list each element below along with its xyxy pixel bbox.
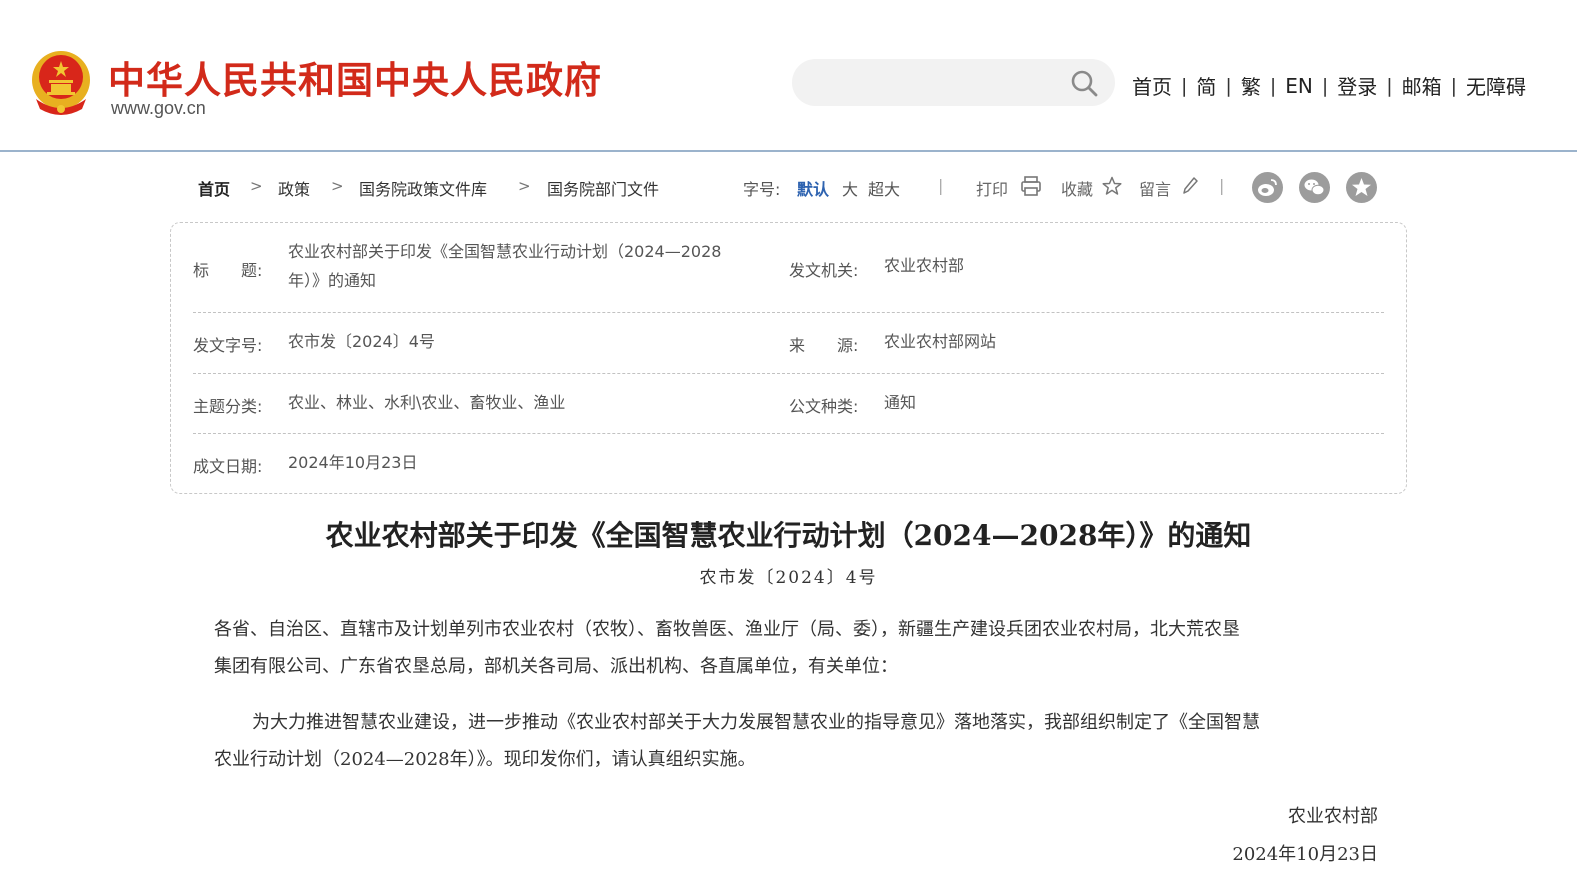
star-icon[interactable] [1102, 176, 1122, 196]
source-value: 农业农村部网站 [884, 332, 997, 351]
nav-separator: | [1225, 74, 1232, 97]
nav-separator: | [1450, 74, 1458, 97]
breadcrumb-home[interactable]: 首页 [198, 176, 230, 200]
toolbar-divider: | [1219, 176, 1225, 195]
chevron-right-icon: > [331, 177, 344, 195]
signature: 农业农村部 [1288, 806, 1378, 827]
site-header: 中华人民共和国中央人民政府 www.gov.cn 首页 | 简 | 繁 | EN… [0, 0, 1577, 152]
font-size-default[interactable]: 默认 [797, 176, 829, 200]
doc-no-label: 发文字号: [193, 336, 263, 355]
title-value-line: 年）》的通知 [288, 271, 377, 290]
site-url[interactable]: www.gov.cn [111, 98, 206, 119]
site-title[interactable]: 中华人民共和国中央人民政府 [108, 50, 602, 104]
comment-button[interactable]: 留言 [1139, 176, 1171, 200]
toolbar-divider: | [938, 176, 944, 195]
search-icon[interactable] [1070, 69, 1098, 97]
category-value: 农业、林业、水利\农业、畜牧业、渔业 [288, 393, 566, 412]
info-row: 主题分类: 农业、林业、水利\农业、畜牧业、渔业 公文种类: 通知 [193, 374, 1384, 434]
info-row: 标 题: 农业农村部关于印发《全国智慧农业行动计划（2024—2028 年）》的… [193, 223, 1384, 313]
date-label: 成文日期: [193, 457, 263, 476]
breadcrumb-policy-library[interactable]: 国务院政策文件库 [359, 176, 487, 200]
font-size-large[interactable]: 大 [842, 176, 858, 200]
document-info-table: 标 题: 农业农村部关于印发《全国智慧农业行动计划（2024—2028 年）》的… [170, 222, 1407, 494]
article-title: 农业农村部关于印发《全国智慧农业行动计划（2024—2028年）》的通知 [325, 519, 1252, 552]
paragraph-line: 农业行动计划（2024—2028年）》。现印发你们，请认真组织实施。 [214, 749, 756, 770]
weibo-icon[interactable] [1252, 172, 1283, 203]
info-row: 成文日期: 2024年10月23日 [193, 434, 1384, 494]
title-value-line: 农业农村部关于印发《全国智慧农业行动计划（2024—2028 [288, 242, 722, 261]
nav-separator: | [1321, 74, 1329, 97]
paragraph-line: 为大力推进智慧农业建设，进一步推动《农业农村部关于大力发展智慧农业的指导意见》落… [252, 712, 1260, 733]
nav-traditional[interactable]: 繁 [1241, 71, 1261, 100]
nav-home[interactable]: 首页 [1132, 71, 1172, 100]
doc-type-label: 公文种类: [789, 397, 859, 416]
nav-simplified[interactable]: 简 [1196, 71, 1216, 100]
nav-english[interactable]: EN [1285, 74, 1313, 98]
print-button[interactable]: 打印 [976, 176, 1008, 200]
paragraph-line: 集团有限公司、广东省农垦总局，部机关各司局、派出机构、各直属单位，有关单位： [214, 656, 898, 677]
category-label: 主题分类: [193, 397, 263, 416]
paragraph-line: 各省、自治区、直辖市及计划单列市农业农村（农牧）、畜牧兽医、渔业厅（局、委），新… [214, 619, 1240, 640]
breadcrumb-toolbar: 首页 > 政策 > 国务院政策文件库 > 国务院部门文件 字号: 默认 大 超大… [198, 172, 1383, 203]
font-size-label: 字号: [743, 180, 781, 199]
article-doc-number: 农市发〔2024〕4号 [699, 568, 878, 588]
addressee-paragraph: 各省、自治区、直辖市及计划单列市农业农村（农牧）、畜牧兽医、渔业厅（局、委），新… [214, 611, 1374, 685]
nav-mail[interactable]: 邮箱 [1402, 71, 1442, 100]
nav-login[interactable]: 登录 [1337, 71, 1377, 100]
favorite-button[interactable]: 收藏 [1061, 176, 1093, 200]
qzone-icon[interactable] [1346, 172, 1377, 203]
source-label: 来 源: [789, 336, 859, 355]
breadcrumb-policy[interactable]: 政策 [278, 176, 310, 200]
info-row: 发文字号: 农市发〔2024〕4号 来 源: 农业农村部网站 [193, 313, 1384, 374]
pencil-icon[interactable] [1182, 177, 1198, 195]
date-value: 2024年10月23日 [288, 453, 418, 472]
chevron-right-icon: > [518, 177, 531, 195]
national-emblem-icon[interactable] [30, 47, 92, 117]
font-size-xlarge[interactable]: 超大 [868, 176, 900, 200]
doc-no-value: 农市发〔2024〕4号 [288, 332, 435, 351]
top-nav: 首页 | 简 | 繁 | EN | 登录 | 邮箱 | 无障碍 [1132, 71, 1526, 100]
chevron-right-icon: > [250, 177, 263, 195]
nav-accessibility[interactable]: 无障碍 [1466, 71, 1526, 100]
sign-date: 2024年10月23日 [1232, 844, 1378, 865]
nav-separator: | [1269, 74, 1277, 97]
title-value: 农业农村部关于印发《全国智慧农业行动计划（2024—2028 年）》的通知 [288, 237, 768, 295]
search-input[interactable] [810, 69, 1060, 96]
issuer-label: 发文机关: [789, 261, 859, 280]
body-paragraph: 为大力推进智慧农业建设，进一步推动《农业农村部关于大力发展智慧农业的指导意见》落… [214, 704, 1374, 778]
nav-separator: | [1386, 74, 1393, 97]
breadcrumb-dept-docs[interactable]: 国务院部门文件 [547, 176, 659, 200]
nav-separator: | [1181, 74, 1188, 97]
doc-type-value: 通知 [884, 393, 917, 412]
search-box [792, 59, 1115, 106]
wechat-icon[interactable] [1299, 172, 1330, 203]
issuer-value: 农业农村部 [884, 256, 965, 275]
printer-icon[interactable] [1020, 175, 1042, 197]
title-label: 标 题: [193, 261, 263, 280]
